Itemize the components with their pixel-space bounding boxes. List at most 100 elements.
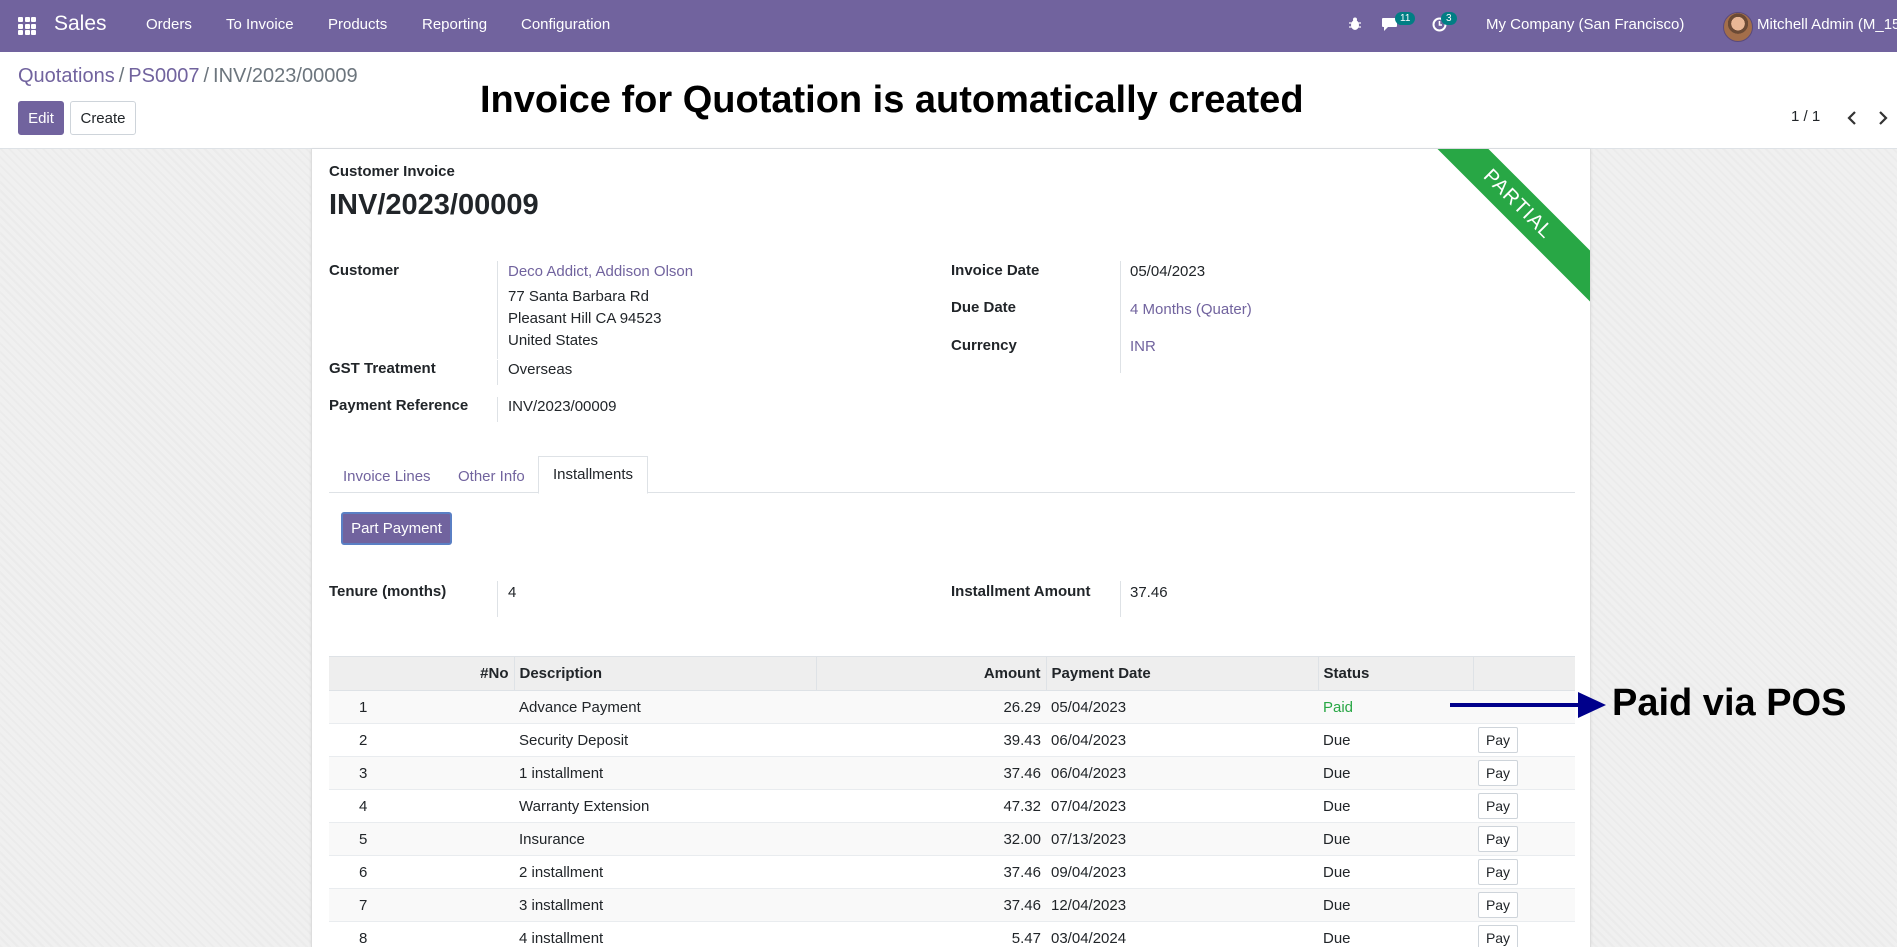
menu-orders[interactable]: Orders — [146, 16, 192, 33]
menu-reporting[interactable]: Reporting — [422, 16, 487, 33]
row-number: 4 — [329, 789, 514, 823]
tenure-value: 4 — [508, 584, 517, 601]
column-header-no[interactable]: #No — [329, 656, 515, 691]
row-payment-date: 03/04/2024 — [1046, 921, 1318, 947]
table-row[interactable]: 2 Security Deposit 39.43 06/04/2023 Due … — [329, 723, 1575, 757]
column-header-description[interactable]: Description — [514, 656, 817, 691]
debug-bug-icon[interactable] — [1348, 17, 1362, 31]
row-number: 6 — [329, 855, 514, 889]
company-switcher[interactable]: My Company (San Francisco) — [1486, 16, 1684, 33]
row-payment-date: 06/04/2023 — [1046, 756, 1318, 790]
part-payment-button[interactable]: Part Payment — [341, 512, 452, 545]
payment-reference-label: Payment Reference — [329, 397, 469, 414]
heading-annotation: Invoice for Quotation is automatically c… — [480, 79, 1304, 121]
pay-button[interactable]: Pay — [1478, 793, 1518, 819]
pay-button[interactable]: Pay — [1478, 760, 1518, 786]
row-description: Insurance — [514, 822, 816, 856]
row-description: Warranty Extension — [514, 789, 816, 823]
column-header-amount[interactable]: Amount — [816, 656, 1047, 691]
menu-configuration[interactable]: Configuration — [521, 16, 610, 33]
table-row[interactable]: 6 2 installment 37.46 09/04/2023 Due Pay — [329, 855, 1575, 889]
row-status: Due — [1318, 921, 1473, 947]
chevron-left-icon[interactable] — [1846, 110, 1858, 126]
annotation-arrow-head-icon — [1578, 692, 1606, 718]
table-row[interactable]: 3 1 installment 37.46 06/04/2023 Due Pay — [329, 756, 1575, 790]
chevron-right-icon[interactable] — [1877, 110, 1889, 126]
row-status: Paid — [1318, 690, 1473, 724]
table-row[interactable]: 1 Advance Payment 26.29 05/04/2023 Paid — [329, 690, 1575, 724]
row-status: Due — [1318, 888, 1473, 922]
table-row[interactable]: 5 Insurance 32.00 07/13/2023 Due Pay — [329, 822, 1575, 856]
status-ribbon: PARTIAL — [1413, 149, 1590, 309]
pay-button[interactable]: Pay — [1478, 892, 1518, 918]
pay-button[interactable]: Pay — [1478, 859, 1518, 885]
due-date-link[interactable]: 4 Months (Quater) — [1130, 301, 1252, 318]
customer-label: Customer — [329, 262, 400, 279]
invoice-date-value: 05/04/2023 — [1130, 263, 1206, 280]
table-row[interactable]: 8 4 installment 5.47 03/04/2024 Due Pay — [329, 921, 1575, 947]
row-description: 2 installment — [514, 855, 816, 889]
breadcrumb-order[interactable]: PS0007 — [128, 65, 199, 87]
pay-button[interactable]: Pay — [1478, 826, 1518, 852]
tab-installments[interactable]: Installments — [538, 456, 649, 494]
menu-to-invoice[interactable]: To Invoice — [226, 16, 294, 33]
edit-button[interactable]: Edit — [18, 101, 64, 135]
row-amount: 26.29 — [816, 690, 1046, 724]
gst-treatment-value: Overseas — [508, 361, 573, 378]
row-payment-date: 05/04/2023 — [1046, 690, 1318, 724]
app-name[interactable]: Sales — [54, 12, 107, 36]
installment-amount-label: Installment Amount — [951, 583, 1091, 600]
row-amount: 37.46 — [816, 756, 1046, 790]
row-amount: 32.00 — [816, 822, 1046, 856]
address-street: 77 Santa Barbara Rd — [508, 288, 649, 305]
row-status: Due — [1318, 822, 1473, 856]
user-menu[interactable]: Mitchell Admin (M_15 — [1757, 16, 1897, 33]
chat-count-badge: 11 — [1395, 12, 1416, 25]
document-type-label: Customer Invoice — [329, 163, 455, 180]
invoice-form-sheet: PARTIAL Customer Invoice INV/2023/00009 … — [311, 149, 1591, 947]
column-header-payment-date[interactable]: Payment Date — [1046, 656, 1319, 691]
breadcrumb: Quotations / PS0007/INV/2023/00009 — [18, 65, 358, 87]
row-amount: 5.47 — [816, 921, 1046, 947]
row-description: Security Deposit — [514, 723, 816, 757]
create-button[interactable]: Create — [70, 101, 136, 135]
currency-link[interactable]: INR — [1130, 338, 1156, 355]
row-number: 8 — [329, 921, 514, 947]
row-number: 1 — [329, 690, 514, 724]
breadcrumb-quotations[interactable]: Quotations — [18, 65, 115, 87]
row-description: 1 installment — [514, 756, 816, 790]
tab-other-info[interactable]: Other Info — [444, 462, 539, 492]
currency-label: Currency — [951, 337, 1017, 354]
row-amount: 47.32 — [816, 789, 1046, 823]
paid-annotation: Paid via POS — [1612, 682, 1847, 724]
customer-link[interactable]: Deco Addict, Addison Olson — [508, 263, 693, 280]
table-row[interactable]: 7 3 installment 37.46 12/04/2023 Due Pay — [329, 888, 1575, 922]
row-description: Advance Payment — [514, 690, 816, 724]
payment-reference-value: INV/2023/00009 — [508, 398, 617, 415]
annotation-arrow-shaft — [1450, 703, 1580, 707]
tenure-label: Tenure (months) — [329, 583, 447, 600]
pay-button[interactable]: Pay — [1478, 727, 1518, 753]
column-header-status[interactable]: Status — [1318, 656, 1474, 691]
pay-button[interactable]: Pay — [1478, 925, 1518, 947]
table-row[interactable]: 4 Warranty Extension 47.32 07/04/2023 Du… — [329, 789, 1575, 823]
pager-value[interactable]: 1 / 1 — [1791, 108, 1820, 125]
row-status: Due — [1318, 756, 1473, 790]
tab-invoice-lines[interactable]: Invoice Lines — [329, 462, 445, 492]
row-payment-date: 07/04/2023 — [1046, 789, 1318, 823]
installments-table: #No Description Amount Payment Date Stat… — [329, 656, 1575, 947]
column-header-actions — [1473, 656, 1575, 691]
activity-count-badge: 3 — [1441, 12, 1457, 25]
row-number: 5 — [329, 822, 514, 856]
row-status: Due — [1318, 855, 1473, 889]
menu-products[interactable]: Products — [328, 16, 387, 33]
row-payment-date: 06/04/2023 — [1046, 723, 1318, 757]
invoice-date-label: Invoice Date — [951, 262, 1040, 279]
row-number: 7 — [329, 888, 514, 922]
user-avatar[interactable] — [1723, 12, 1753, 42]
apps-menu-icon[interactable] — [18, 17, 36, 35]
due-date-label: Due Date — [951, 299, 1017, 316]
row-status: Due — [1318, 723, 1473, 757]
installment-amount-value: 37.46 — [1130, 584, 1168, 601]
row-amount: 37.46 — [816, 888, 1046, 922]
